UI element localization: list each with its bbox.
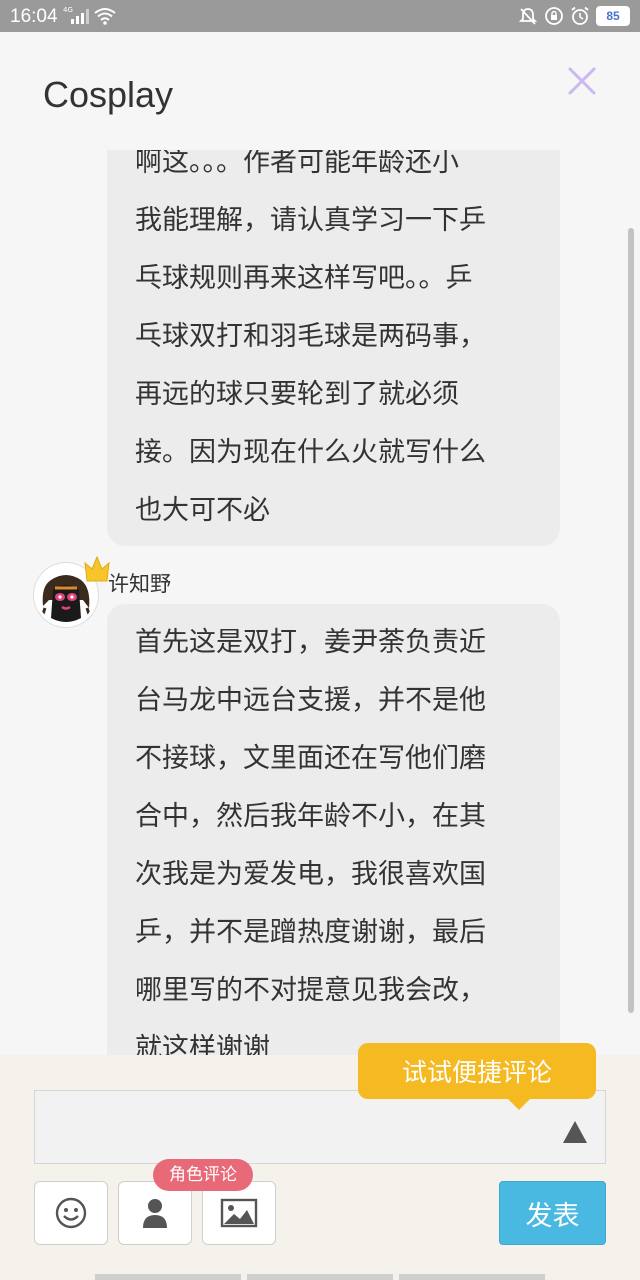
comment-text: 啊这。。。作者可能年龄还小 我能理解，请认真学习一下乒 乓球规则再来这样写吧。。… (135, 150, 486, 526)
status-bar: 16:04 4G 85 (0, 0, 640, 32)
comment-username[interactable]: 许知野 (108, 568, 171, 598)
wifi-icon (94, 8, 116, 25)
role-comment-tag: 角色评论 (153, 1159, 253, 1191)
alarm-icon (571, 6, 589, 25)
person-icon (143, 1199, 167, 1228)
comment-text: 首先这是双打，姜尹荼负责近 台马龙中远台支援，并不是他 不接球，文里面还在写他们… (135, 627, 486, 1055)
comment-bubble: 啊这。。。作者可能年龄还小 我能理解，请认真学习一下乒 乓球规则再来这样写吧。。… (107, 150, 560, 546)
emoji-button[interactable] (34, 1181, 108, 1245)
quick-comment-tip[interactable]: 试试便捷评论 (358, 1043, 596, 1099)
post-button[interactable]: 发表 (499, 1181, 606, 1245)
signal-icon (71, 9, 89, 24)
status-time: 16:04 (10, 6, 58, 27)
scrollbar[interactable] (628, 228, 634, 1013)
page-title: Cosplay (43, 74, 174, 115)
lock-rotation-icon (545, 7, 563, 25)
expand-triangle-icon[interactable] (562, 1120, 588, 1144)
battery-indicator: 85 (596, 6, 630, 26)
crown-icon (84, 555, 110, 582)
quick-comment-tip-tail (505, 1096, 533, 1110)
status-right-icons: 85 (518, 6, 630, 26)
smiley-icon (55, 1197, 87, 1229)
close-icon[interactable] (563, 62, 601, 100)
comment-thread[interactable]: 啊这。。。作者可能年龄还小 我能理解，请认真学习一下乒 乓球规则再来这样写吧。。… (0, 150, 640, 1055)
mute-bell-icon (518, 8, 538, 25)
bottom-divider (0, 1274, 640, 1280)
comment-bubble: 首先这是双打，姜尹荼负责近 台马龙中远台支援，并不是他 不接球，文里面还在写他们… (107, 604, 560, 1055)
image-icon (220, 1198, 258, 1228)
